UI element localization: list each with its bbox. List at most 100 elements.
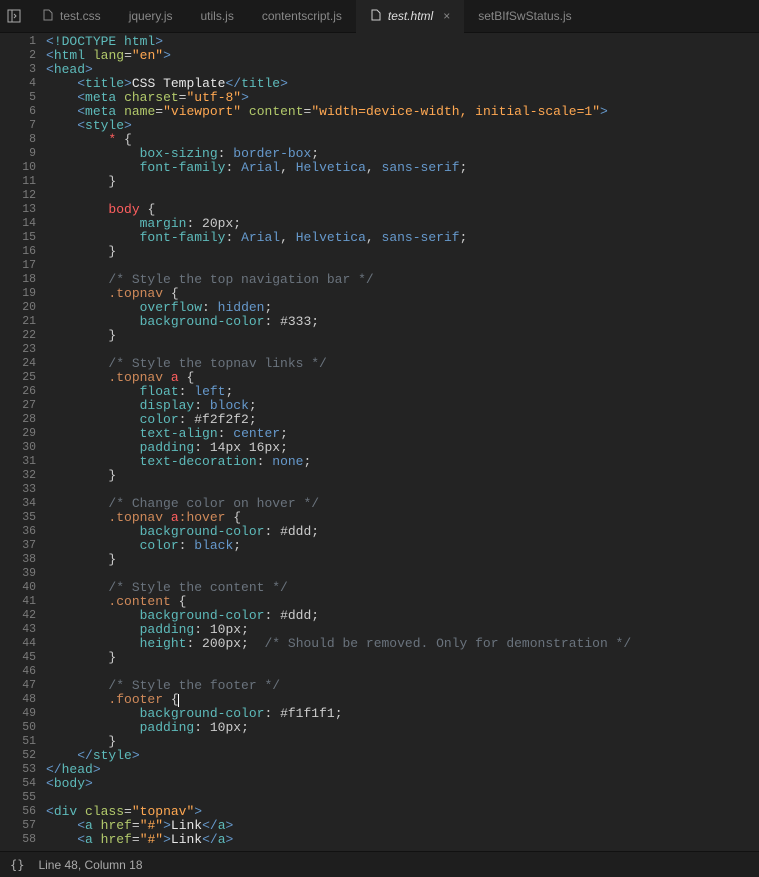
line-number: 42 bbox=[0, 609, 44, 623]
code-line[interactable]: /* Style the content */ bbox=[46, 581, 759, 595]
line-number: 55 bbox=[0, 791, 44, 805]
line-number: 4 bbox=[0, 77, 44, 91]
code-line[interactable]: /* Style the topnav links */ bbox=[46, 357, 759, 371]
tab-jquery-js[interactable]: jquery.js bbox=[115, 0, 187, 33]
code-line[interactable]: .topnav a { bbox=[46, 371, 759, 385]
line-number: 32 bbox=[0, 469, 44, 483]
line-number: 29 bbox=[0, 427, 44, 441]
code-line[interactable]: * { bbox=[46, 133, 759, 147]
code-line[interactable]: margin: 20px; bbox=[46, 217, 759, 231]
code-line[interactable]: </style> bbox=[46, 749, 759, 763]
code-line[interactable]: padding: 14px 16px; bbox=[46, 441, 759, 455]
code-line[interactable]: <html lang="en"> bbox=[46, 49, 759, 63]
code-line[interactable]: background-color: #f1f1f1; bbox=[46, 707, 759, 721]
code-line[interactable] bbox=[46, 189, 759, 203]
code-line[interactable]: <body> bbox=[46, 777, 759, 791]
line-number: 16 bbox=[0, 245, 44, 259]
code-line[interactable]: background-color: #ddd; bbox=[46, 609, 759, 623]
code-line[interactable]: /* Style the footer */ bbox=[46, 679, 759, 693]
tab-test-css[interactable]: test.css bbox=[28, 0, 115, 33]
code-line[interactable]: <div class="topnav"> bbox=[46, 805, 759, 819]
code-editor[interactable]: 1234567891011121314151617181920212223242… bbox=[0, 33, 759, 851]
tab-label: contentscript.js bbox=[262, 9, 342, 23]
status-bar: {} Line 48, Column 18 bbox=[0, 851, 759, 877]
line-number: 49 bbox=[0, 707, 44, 721]
code-line[interactable]: <head> bbox=[46, 63, 759, 77]
code-line[interactable]: body { bbox=[46, 203, 759, 217]
code-line[interactable]: } bbox=[46, 329, 759, 343]
code-line[interactable]: /* Change color on hover */ bbox=[46, 497, 759, 511]
line-number: 57 bbox=[0, 819, 44, 833]
tab-setBIfSwStatus-js[interactable]: setBIfSwStatus.js bbox=[464, 0, 585, 33]
code-line[interactable] bbox=[46, 343, 759, 357]
code-line[interactable]: background-color: #ddd; bbox=[46, 525, 759, 539]
sidebar-toggle-icon[interactable] bbox=[0, 0, 28, 33]
line-number: 2 bbox=[0, 49, 44, 63]
tab-label: test.css bbox=[60, 9, 101, 23]
line-number: 15 bbox=[0, 231, 44, 245]
code-line[interactable]: <a href="#">Link</a> bbox=[46, 833, 759, 847]
code-line[interactable] bbox=[46, 791, 759, 805]
code-line[interactable]: overflow: hidden; bbox=[46, 301, 759, 315]
tab-label: setBIfSwStatus.js bbox=[478, 9, 571, 23]
tab-label: jquery.js bbox=[129, 9, 173, 23]
line-number: 48 bbox=[0, 693, 44, 707]
code-line[interactable]: color: black; bbox=[46, 539, 759, 553]
code-line[interactable]: text-align: center; bbox=[46, 427, 759, 441]
line-number: 35 bbox=[0, 511, 44, 525]
code-line[interactable]: background-color: #333; bbox=[46, 315, 759, 329]
line-number: 8 bbox=[0, 133, 44, 147]
code-line[interactable]: } bbox=[46, 175, 759, 189]
code-area[interactable]: <!DOCTYPE html><html lang="en"><head> <t… bbox=[44, 33, 759, 851]
tab-utils-js[interactable]: utils.js bbox=[186, 0, 247, 33]
code-line[interactable]: .topnav a:hover { bbox=[46, 511, 759, 525]
line-number: 5 bbox=[0, 91, 44, 105]
code-line[interactable]: <!DOCTYPE html> bbox=[46, 35, 759, 49]
code-line[interactable]: .content { bbox=[46, 595, 759, 609]
code-line[interactable]: box-sizing: border-box; bbox=[46, 147, 759, 161]
code-line[interactable]: <a href="#">Link</a> bbox=[46, 819, 759, 833]
code-line[interactable]: .footer { bbox=[46, 693, 759, 707]
close-icon[interactable]: × bbox=[443, 9, 450, 23]
code-line[interactable] bbox=[46, 259, 759, 273]
code-line[interactable] bbox=[46, 665, 759, 679]
code-line[interactable]: .topnav { bbox=[46, 287, 759, 301]
code-line[interactable] bbox=[46, 567, 759, 581]
code-line[interactable]: } bbox=[46, 469, 759, 483]
line-number: 30 bbox=[0, 441, 44, 455]
syntax-indicator[interactable]: {} bbox=[10, 858, 24, 872]
code-line[interactable]: </head> bbox=[46, 763, 759, 777]
line-number-gutter: 1234567891011121314151617181920212223242… bbox=[0, 33, 44, 851]
code-line[interactable]: color: #f2f2f2; bbox=[46, 413, 759, 427]
file-icon bbox=[42, 9, 54, 24]
line-number: 19 bbox=[0, 287, 44, 301]
line-number: 52 bbox=[0, 749, 44, 763]
line-number: 38 bbox=[0, 553, 44, 567]
line-number: 41 bbox=[0, 595, 44, 609]
code-line[interactable]: float: left; bbox=[46, 385, 759, 399]
tab-test-html[interactable]: test.html× bbox=[356, 0, 464, 33]
line-number: 25 bbox=[0, 371, 44, 385]
code-line[interactable]: <style> bbox=[46, 119, 759, 133]
code-line[interactable]: } bbox=[46, 651, 759, 665]
code-line[interactable]: } bbox=[46, 735, 759, 749]
code-line[interactable]: display: block; bbox=[46, 399, 759, 413]
tab-contentscript-js[interactable]: contentscript.js bbox=[248, 0, 356, 33]
code-line[interactable]: font-family: Arial, Helvetica, sans-seri… bbox=[46, 231, 759, 245]
code-line[interactable]: } bbox=[46, 245, 759, 259]
code-line[interactable]: font-family: Arial, Helvetica, sans-seri… bbox=[46, 161, 759, 175]
code-line[interactable]: /* Style the top navigation bar */ bbox=[46, 273, 759, 287]
code-line[interactable]: } bbox=[46, 553, 759, 567]
code-line[interactable]: height: 200px; /* Should be removed. Onl… bbox=[46, 637, 759, 651]
code-line[interactable]: <meta charset="utf-8"> bbox=[46, 91, 759, 105]
code-line[interactable]: padding: 10px; bbox=[46, 721, 759, 735]
code-line[interactable]: <meta name="viewport" content="width=dev… bbox=[46, 105, 759, 119]
code-line[interactable]: <title>CSS Template</title> bbox=[46, 77, 759, 91]
line-number: 54 bbox=[0, 777, 44, 791]
code-line[interactable]: text-decoration: none; bbox=[46, 455, 759, 469]
line-number: 14 bbox=[0, 217, 44, 231]
line-number: 34 bbox=[0, 497, 44, 511]
line-number: 45 bbox=[0, 651, 44, 665]
code-line[interactable] bbox=[46, 483, 759, 497]
code-line[interactable]: padding: 10px; bbox=[46, 623, 759, 637]
